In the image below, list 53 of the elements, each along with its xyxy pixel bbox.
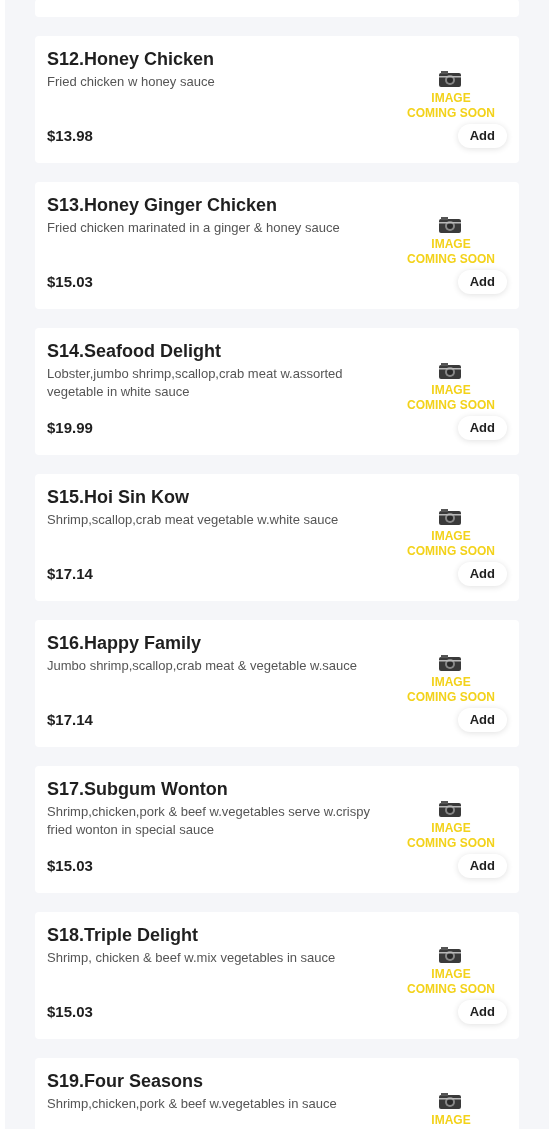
- dish-price: $19.99: [47, 418, 94, 438]
- image-placeholder-text: IMAGE: [431, 237, 471, 252]
- dish-name: S13.Honey Ginger Chicken: [47, 194, 279, 216]
- add-button[interactable]: Add: [457, 1000, 507, 1024]
- dish-price: $13.98: [47, 126, 94, 146]
- camera-icon: [438, 800, 462, 818]
- add-button[interactable]: Add: [457, 124, 507, 148]
- dish-price: $15.03: [47, 272, 94, 292]
- dish-description: Lobster,jumbo shrimp,scallop,crab meat w.assorted vegetable in white sauce: [47, 365, 344, 401]
- dish-price: $15.03: [47, 1002, 94, 1022]
- image-placeholder-text: COMING SOON: [407, 982, 495, 997]
- image-placeholder-text: COMING SOON: [407, 544, 495, 559]
- add-button[interactable]: Add: [457, 854, 507, 878]
- image-placeholder-text: IMAGE: [431, 91, 471, 106]
- dish-name: S18.Triple Delight: [47, 924, 200, 946]
- image-placeholder-text: COMING SOON: [407, 106, 495, 121]
- camera-icon: [438, 654, 462, 672]
- image-placeholder-text: IMAGE: [431, 383, 471, 398]
- dish-description: Shrimp,scallop,crab meat vegetable w.white sauce: [47, 511, 340, 529]
- camera-icon: [438, 362, 462, 380]
- image-placeholder-text: COMING SOON: [407, 398, 495, 413]
- dish-name: S19.Four Seasons: [47, 1070, 205, 1092]
- image-placeholder-text: IMAGE: [431, 1113, 471, 1128]
- dish-name: S12.Honey Chicken: [47, 48, 216, 70]
- dish-name: S14.Seafood Delight: [47, 340, 223, 362]
- add-button[interactable]: Add: [457, 270, 507, 294]
- image-placeholder-text: COMING SOON: [407, 836, 495, 851]
- add-button[interactable]: Add: [457, 416, 507, 440]
- image-placeholder-text: IMAGE: [431, 529, 471, 544]
- image-placeholder-text: IMAGE: [431, 821, 471, 836]
- add-button[interactable]: Add: [457, 562, 507, 586]
- image-placeholder-text: IMAGE: [431, 675, 471, 690]
- camera-icon: [438, 946, 462, 964]
- dish-price: $17.14: [47, 564, 94, 584]
- image-placeholder-text: COMING SOON: [407, 252, 495, 267]
- camera-icon: [438, 508, 462, 526]
- image-placeholder-text: COMING SOON: [407, 690, 495, 705]
- dish-name: S15.Hoi Sin Kow: [47, 486, 191, 508]
- dish-description: Shrimp, chicken & beef w.mix vegetables in sauce: [47, 949, 337, 967]
- dish-description: Jumbo shrimp,scallop,crab meat & vegetable w.sauce: [47, 657, 358, 675]
- camera-icon: [438, 216, 462, 234]
- dish-name: S16.Happy Family: [47, 632, 203, 654]
- dish-description: Fried chicken marinated in a ginger & honey sauce: [47, 219, 341, 237]
- image-placeholder-text: IMAGE: [431, 967, 471, 982]
- add-button[interactable]: Add: [457, 708, 507, 732]
- dish-description: Shrimp,chicken,pork & beef w.vegetables in sauce: [47, 1095, 338, 1113]
- camera-icon: [438, 1092, 462, 1110]
- dish-price: $15.03: [47, 856, 94, 876]
- dish-name: S17.Subgum Wonton: [47, 778, 229, 800]
- dish-price: $17.14: [47, 710, 94, 730]
- camera-icon: [438, 70, 462, 88]
- dish-description: Shrimp,chicken,pork & beef w.vegetables serve w.crispy fried wonton in special sauce: [47, 803, 371, 839]
- dish-description: Fried chicken w honey sauce: [47, 73, 216, 91]
